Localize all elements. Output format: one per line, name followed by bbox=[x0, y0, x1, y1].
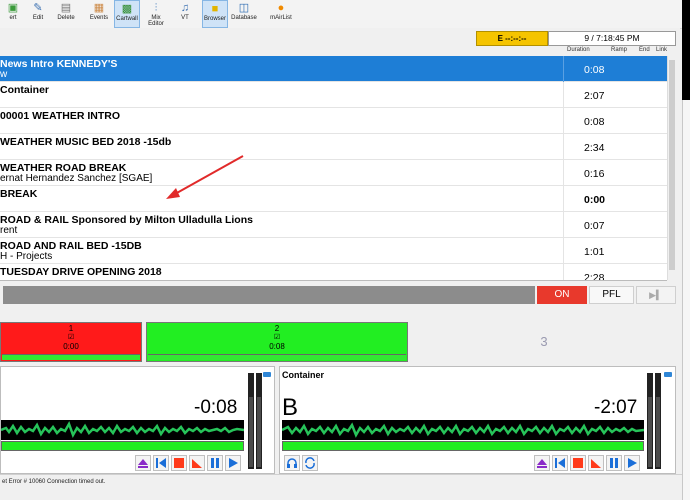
restart-icon bbox=[156, 458, 166, 468]
play-button[interactable] bbox=[225, 455, 241, 471]
column-header-end[interactable]: End bbox=[639, 47, 650, 53]
cart-level-strip bbox=[2, 354, 140, 360]
level-meter-left bbox=[647, 373, 653, 469]
level-meter-right bbox=[655, 373, 661, 469]
microphone-icon: ♫ bbox=[180, 2, 190, 14]
stop-button[interactable] bbox=[171, 455, 187, 471]
delete-button[interactable]: ▤ Delete bbox=[53, 0, 79, 28]
mairlist-button[interactable]: ● mAirList bbox=[268, 0, 294, 28]
eject-icon bbox=[537, 459, 547, 468]
eject-button[interactable] bbox=[534, 455, 550, 471]
mairlist-icon: ● bbox=[277, 2, 285, 14]
player-b: Container B -2:07 bbox=[279, 366, 676, 474]
database-icon: ◫ bbox=[238, 2, 250, 14]
loop-button[interactable] bbox=[302, 455, 318, 471]
player-item-name: Container bbox=[282, 370, 325, 380]
clock-display: 9 / 7:18:45 PM bbox=[548, 31, 676, 46]
vt-button[interactable]: ♫ VT bbox=[172, 0, 198, 28]
annotation-arrow bbox=[166, 155, 244, 199]
folder-icon: ■ bbox=[211, 3, 219, 15]
restart-button[interactable] bbox=[552, 455, 568, 471]
insert-button[interactable]: ▣ ert bbox=[0, 0, 26, 28]
status-bar: et Error # 10060 Connection timed out. bbox=[0, 474, 682, 500]
cart-time: 0:00 bbox=[63, 342, 79, 351]
insert-icon: ▣ bbox=[7, 2, 19, 14]
events-button[interactable]: ▦ Events bbox=[86, 0, 112, 28]
cartwall-icon: ▩ bbox=[121, 3, 133, 15]
cart-player-1[interactable]: 1 ☑ 0:00 bbox=[0, 322, 142, 362]
skip-button[interactable]: ▶▍ bbox=[636, 286, 676, 304]
cart-level-strip bbox=[148, 354, 406, 360]
pencil-icon: ✎ bbox=[33, 2, 43, 14]
right-side-panel bbox=[682, 100, 690, 500]
edit-button[interactable]: ✎ Edit bbox=[25, 0, 51, 28]
play-icon bbox=[229, 458, 238, 468]
eject-button[interactable] bbox=[135, 455, 151, 471]
fade-icon bbox=[192, 459, 202, 468]
player-letter: B bbox=[282, 394, 299, 421]
level-meter-left bbox=[248, 373, 254, 469]
skip-end-icon: ▶▍ bbox=[649, 290, 663, 300]
fade-icon bbox=[591, 459, 601, 468]
play-icon bbox=[628, 458, 637, 468]
stop-icon bbox=[573, 458, 583, 468]
calendar-icon: ▦ bbox=[93, 2, 105, 14]
cart-number: 1 bbox=[68, 324, 74, 333]
column-header-duration[interactable]: Duration bbox=[567, 47, 590, 53]
play-button[interactable] bbox=[624, 455, 640, 471]
mixer-icon: ⫶ bbox=[154, 2, 158, 14]
cart-number: 2 bbox=[274, 324, 280, 333]
player-progress bbox=[282, 441, 644, 451]
fade-button[interactable] bbox=[588, 455, 604, 471]
restart-button[interactable] bbox=[153, 455, 169, 471]
database-button[interactable]: ◫ Database bbox=[231, 0, 257, 28]
player-a: -0:08 bbox=[0, 366, 275, 474]
checkbox-icon: ☑ bbox=[273, 334, 281, 341]
pause-button[interactable] bbox=[606, 455, 622, 471]
main-toolbar: ▣ ert ✎ Edit ▤ Delete ▦ Events ▩ Cartwall ⫶ Mi… bbox=[0, 0, 690, 29]
stop-icon bbox=[174, 458, 184, 468]
pause-button[interactable] bbox=[207, 455, 223, 471]
checkbox-icon: ☑ bbox=[67, 334, 75, 341]
pause-icon bbox=[610, 458, 618, 468]
side-dark-bar bbox=[682, 0, 690, 100]
pfl-button[interactable]: PFL bbox=[589, 286, 634, 304]
level-meter-right bbox=[256, 373, 262, 469]
cart-time: 0:08 bbox=[269, 342, 285, 351]
stop-button[interactable] bbox=[570, 455, 586, 471]
waveform bbox=[282, 420, 644, 440]
pause-icon bbox=[211, 458, 219, 468]
player-pfl-flag[interactable] bbox=[664, 372, 672, 377]
cart-player-2[interactable]: 2 ☑ 0:08 bbox=[146, 322, 408, 362]
end-time-indicator: E --:--:-- bbox=[476, 31, 548, 46]
waveform bbox=[1, 420, 244, 440]
player-remaining-time: -0:08 bbox=[194, 397, 238, 418]
column-header-ramp[interactable]: Ramp bbox=[611, 47, 627, 53]
on-air-button[interactable]: ON bbox=[537, 286, 587, 304]
cartwall-button[interactable]: ▩ Cartwall bbox=[114, 0, 140, 28]
restart-icon bbox=[555, 458, 565, 468]
column-header-link[interactable]: Link bbox=[656, 47, 667, 53]
browser-button[interactable]: ■ Browser bbox=[202, 0, 228, 28]
pfl-headphones-button[interactable] bbox=[284, 455, 300, 471]
player-progress bbox=[1, 441, 244, 451]
fade-button[interactable] bbox=[189, 455, 205, 471]
delete-icon: ▤ bbox=[60, 2, 72, 14]
cart-player-3[interactable]: 3 bbox=[536, 334, 552, 350]
eject-icon bbox=[138, 459, 148, 468]
headphones-icon bbox=[287, 458, 297, 468]
mix-editor-button[interactable]: ⫶ Mix Editor bbox=[143, 0, 169, 28]
playlist: News Intro KENNEDY'S w 0:08 Container 2:… bbox=[0, 56, 667, 281]
player-remaining-time: -2:07 bbox=[594, 397, 638, 418]
playlist-scrollbar-thumb[interactable] bbox=[669, 60, 675, 270]
player-pfl-flag[interactable] bbox=[263, 372, 271, 377]
playback-progress-bar bbox=[3, 286, 535, 304]
loop-icon bbox=[305, 457, 315, 469]
